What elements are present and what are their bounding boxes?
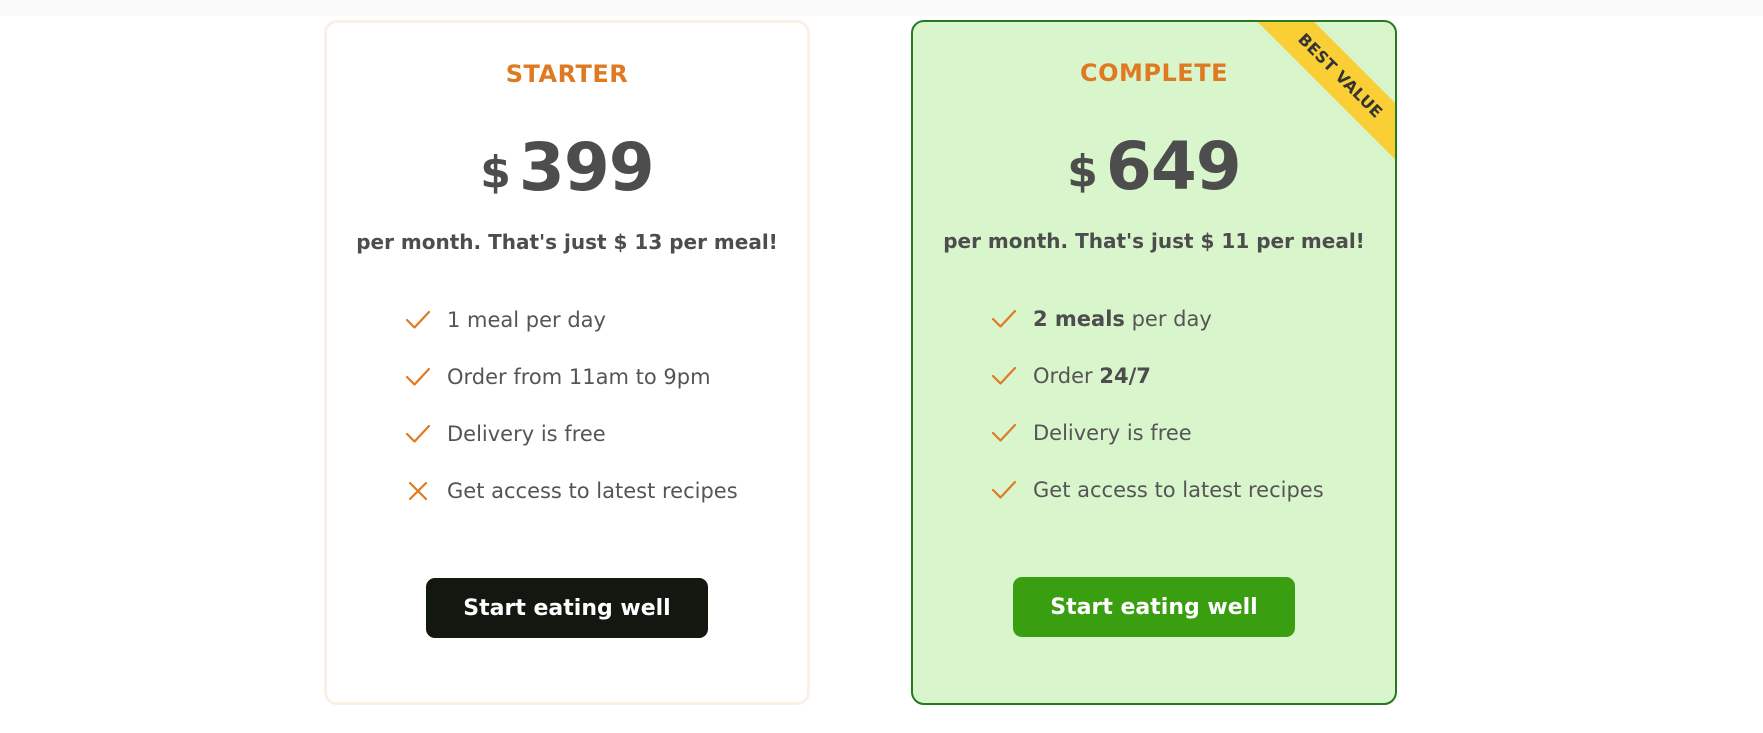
- price-amount: 649: [1105, 128, 1242, 205]
- feature-list: 1 meal per day Order from 11am to 9pm Deli…: [404, 291, 738, 519]
- check-icon: [990, 305, 1018, 333]
- start-eating-well-button[interactable]: Start eating well: [426, 578, 708, 638]
- feature-text-part: per day: [1124, 306, 1212, 331]
- feature-text: Order from 11am to 9pm: [447, 365, 711, 389]
- per-meal-text: per month. That's just $ 11 per meal!: [943, 229, 1365, 253]
- plan-name: Complete: [1080, 59, 1228, 87]
- feature-text-part: Order: [1033, 363, 1100, 388]
- feature-text-part: 1 meal per day: [447, 307, 606, 332]
- feature-text-bold: 24/7: [1099, 363, 1151, 388]
- check-icon: [990, 362, 1018, 390]
- check-icon: [404, 420, 432, 448]
- top-strip: [0, 0, 1763, 16]
- pricing-card-complete: Best value Complete $ 649 per month. Tha…: [911, 20, 1397, 705]
- feature-text-part: Get access to latest recipes: [447, 478, 738, 503]
- check-icon: [404, 306, 432, 334]
- feature-item: 2 meals per day: [990, 290, 1324, 347]
- feature-text-bold: 2 meals: [1033, 306, 1125, 331]
- feature-item: Get access to latest recipes: [404, 462, 738, 519]
- currency-symbol: $: [1067, 146, 1098, 197]
- feature-item: Delivery is free: [990, 404, 1324, 461]
- feature-list: 2 meals per day Order 24/7 Delivery is fre…: [990, 290, 1324, 518]
- check-icon: [990, 476, 1018, 504]
- feature-item: 1 meal per day: [404, 291, 738, 348]
- check-icon: [404, 363, 432, 391]
- per-meal-text: per month. That's just $ 13 per meal!: [356, 230, 778, 254]
- feature-text-part: Delivery is free: [1033, 420, 1192, 445]
- price: $ 399: [327, 121, 807, 201]
- close-icon: [404, 477, 432, 505]
- pricing-page: Starter $ 399 per month. That's just $ 1…: [0, 0, 1763, 733]
- feature-text: 1 meal per day: [447, 308, 606, 332]
- feature-text: Delivery is free: [447, 422, 606, 446]
- feature-item: Order 24/7: [990, 347, 1324, 404]
- check-icon: [990, 419, 1018, 447]
- start-eating-well-button[interactable]: Start eating well: [1013, 577, 1295, 637]
- plan-name: Starter: [505, 60, 629, 88]
- feature-text: Get access to latest recipes: [447, 479, 738, 503]
- feature-text: Order 24/7: [1033, 364, 1151, 388]
- feature-text: Get access to latest recipes: [1033, 478, 1324, 502]
- price-amount: 399: [518, 129, 655, 206]
- feature-text-part: Get access to latest recipes: [1033, 477, 1324, 502]
- pricing-card-starter: Starter $ 399 per month. That's just $ 1…: [324, 20, 810, 705]
- price: $ 649: [913, 120, 1395, 200]
- feature-item: Delivery is free: [404, 405, 738, 462]
- currency-symbol: $: [480, 147, 511, 198]
- feature-item: Get access to latest recipes: [990, 461, 1324, 518]
- feature-text-part: Order from 11am to 9pm: [447, 364, 711, 389]
- feature-item: Order from 11am to 9pm: [404, 348, 738, 405]
- feature-text: 2 meals per day: [1033, 307, 1212, 331]
- feature-text: Delivery is free: [1033, 421, 1192, 445]
- feature-text-part: Delivery is free: [447, 421, 606, 446]
